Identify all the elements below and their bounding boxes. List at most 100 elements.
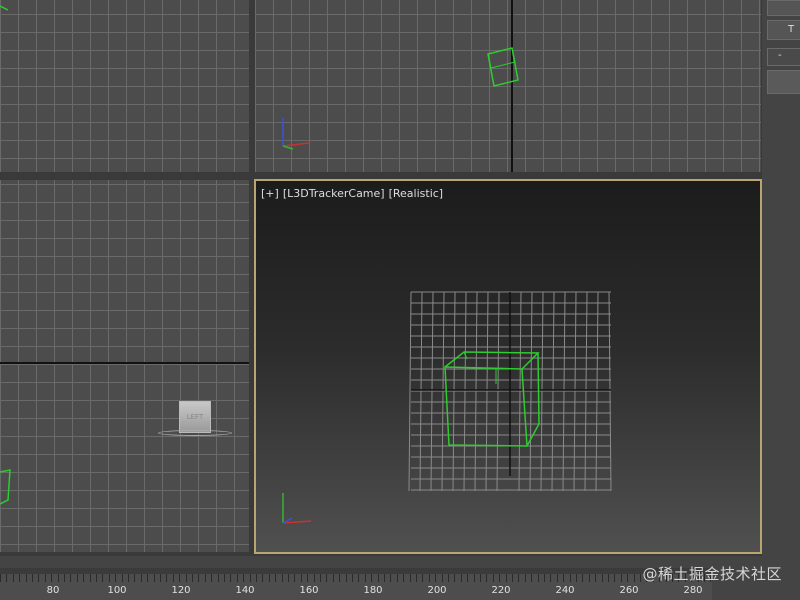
ruler-tick (422, 574, 423, 582)
ruler-tick (288, 574, 289, 582)
ruler-tick (218, 574, 219, 582)
ruler-tick (352, 574, 353, 582)
top-viewport[interactable] (0, 0, 249, 172)
ruler-tick (358, 574, 359, 582)
ruler-tick (576, 574, 577, 582)
front-viewport-overlay (282, 47, 519, 150)
ruler-tick (378, 574, 379, 582)
front-viewport[interactable] (255, 0, 761, 172)
ruler-tick (403, 574, 404, 582)
ruler-tick (493, 574, 494, 582)
camera-viewport-overlay (282, 291, 612, 524)
ruler-tick-label: 100 (107, 585, 127, 596)
ruler-tick (582, 574, 583, 582)
ruler-tick (454, 574, 455, 582)
ruler-tick (115, 574, 116, 582)
ruler-tick-label: 120 (171, 585, 191, 596)
panel-tab-label: T (788, 24, 795, 35)
ruler-tick (550, 574, 551, 582)
ruler-tick (250, 574, 251, 582)
ruler-tick (275, 574, 276, 582)
left-viewport-overlay (0, 469, 11, 505)
ruler-tick (486, 574, 487, 582)
panel-top-block (767, 0, 800, 16)
ruler-tick (96, 574, 97, 582)
ruler-tick (51, 574, 52, 582)
ruler-tick (448, 574, 449, 582)
ruler-tick (544, 574, 545, 582)
rollout-button[interactable] (767, 70, 800, 94)
ruler-tick (83, 574, 84, 582)
grid-center-axes (411, 292, 611, 476)
ruler-tick (269, 574, 270, 582)
camera-viewport-active[interactable]: [+] [L3DTrackerCame] [Realistic] (254, 179, 762, 554)
ruler-tick (301, 574, 302, 582)
ruler-tick (237, 574, 238, 582)
ruler-tick (173, 574, 174, 582)
ruler-tick (627, 574, 628, 582)
command-panel: T - (762, 0, 800, 560)
ruler-tick (70, 574, 71, 582)
ruler-tick (339, 574, 340, 582)
panel-tab-button[interactable]: T (767, 20, 800, 40)
axis-tripod-icon (282, 493, 312, 524)
ruler-tick-label: 220 (491, 585, 511, 596)
ruler-tick (147, 574, 148, 582)
ruler-tick (262, 574, 263, 582)
ruler-tick (563, 574, 564, 582)
ruler-tick (243, 574, 244, 582)
ruler-tick (531, 574, 532, 582)
ruler-tick (538, 574, 539, 582)
ruler-tick (122, 574, 123, 582)
ruler-tick (390, 574, 391, 582)
ruler-tick (282, 574, 283, 582)
ruler-tick (442, 574, 443, 582)
box-wireframe[interactable] (487, 47, 519, 87)
ruler-tick (333, 574, 334, 582)
ruler-tick (6, 574, 7, 582)
rollout-header[interactable]: - (767, 48, 800, 66)
ruler-tick (314, 574, 315, 582)
ruler-tick (77, 574, 78, 582)
box-wire-fragment[interactable] (0, 5, 9, 11)
ruler-tick (602, 574, 603, 582)
ruler-tick-label: 200 (427, 585, 447, 596)
ruler-tick (326, 574, 327, 582)
ruler-tick (474, 574, 475, 582)
ruler-tick (640, 574, 641, 582)
ruler-tick (154, 574, 155, 582)
ruler-tick-label: 240 (555, 585, 575, 596)
ruler-tick-label: 260 (619, 585, 639, 596)
ruler-tick (45, 574, 46, 582)
ruler-tick (134, 574, 135, 582)
ruler-tick (595, 574, 596, 582)
top-viewport-overlay (0, 5, 9, 11)
ruler-tick (19, 574, 20, 582)
ruler-tick (435, 574, 436, 582)
ruler-tick-label: 160 (299, 585, 319, 596)
ruler-tick (467, 574, 468, 582)
ruler-tick (525, 574, 526, 582)
ruler-tick-label: 140 (235, 585, 255, 596)
ruler-tick (186, 574, 187, 582)
ruler-tick (32, 574, 33, 582)
ruler-tick (397, 574, 398, 582)
ruler-tick (480, 574, 481, 582)
left-viewport[interactable]: LEFT (0, 180, 249, 552)
ruler-tick (224, 574, 225, 582)
ruler-tick (499, 574, 500, 582)
box-wireframe[interactable] (444, 351, 540, 447)
ruler-tick (13, 574, 14, 582)
ruler-tick (109, 574, 110, 582)
track-ruler[interactable]: 80 100 120 140 160 180 200 220 240 260 280 (0, 574, 712, 600)
ruler-tick (230, 574, 231, 582)
rollout-collapse-icon[interactable]: - (778, 50, 782, 61)
axis-tripod-icon (282, 118, 310, 150)
ruler-tick-label: 80 (46, 585, 60, 596)
ruler-tick (205, 574, 206, 582)
ruler-tick (294, 574, 295, 582)
ruler-tick (589, 574, 590, 582)
ruler-tick (141, 574, 142, 582)
box-wire-fragment[interactable] (0, 469, 11, 505)
ruler-tick (570, 574, 571, 582)
